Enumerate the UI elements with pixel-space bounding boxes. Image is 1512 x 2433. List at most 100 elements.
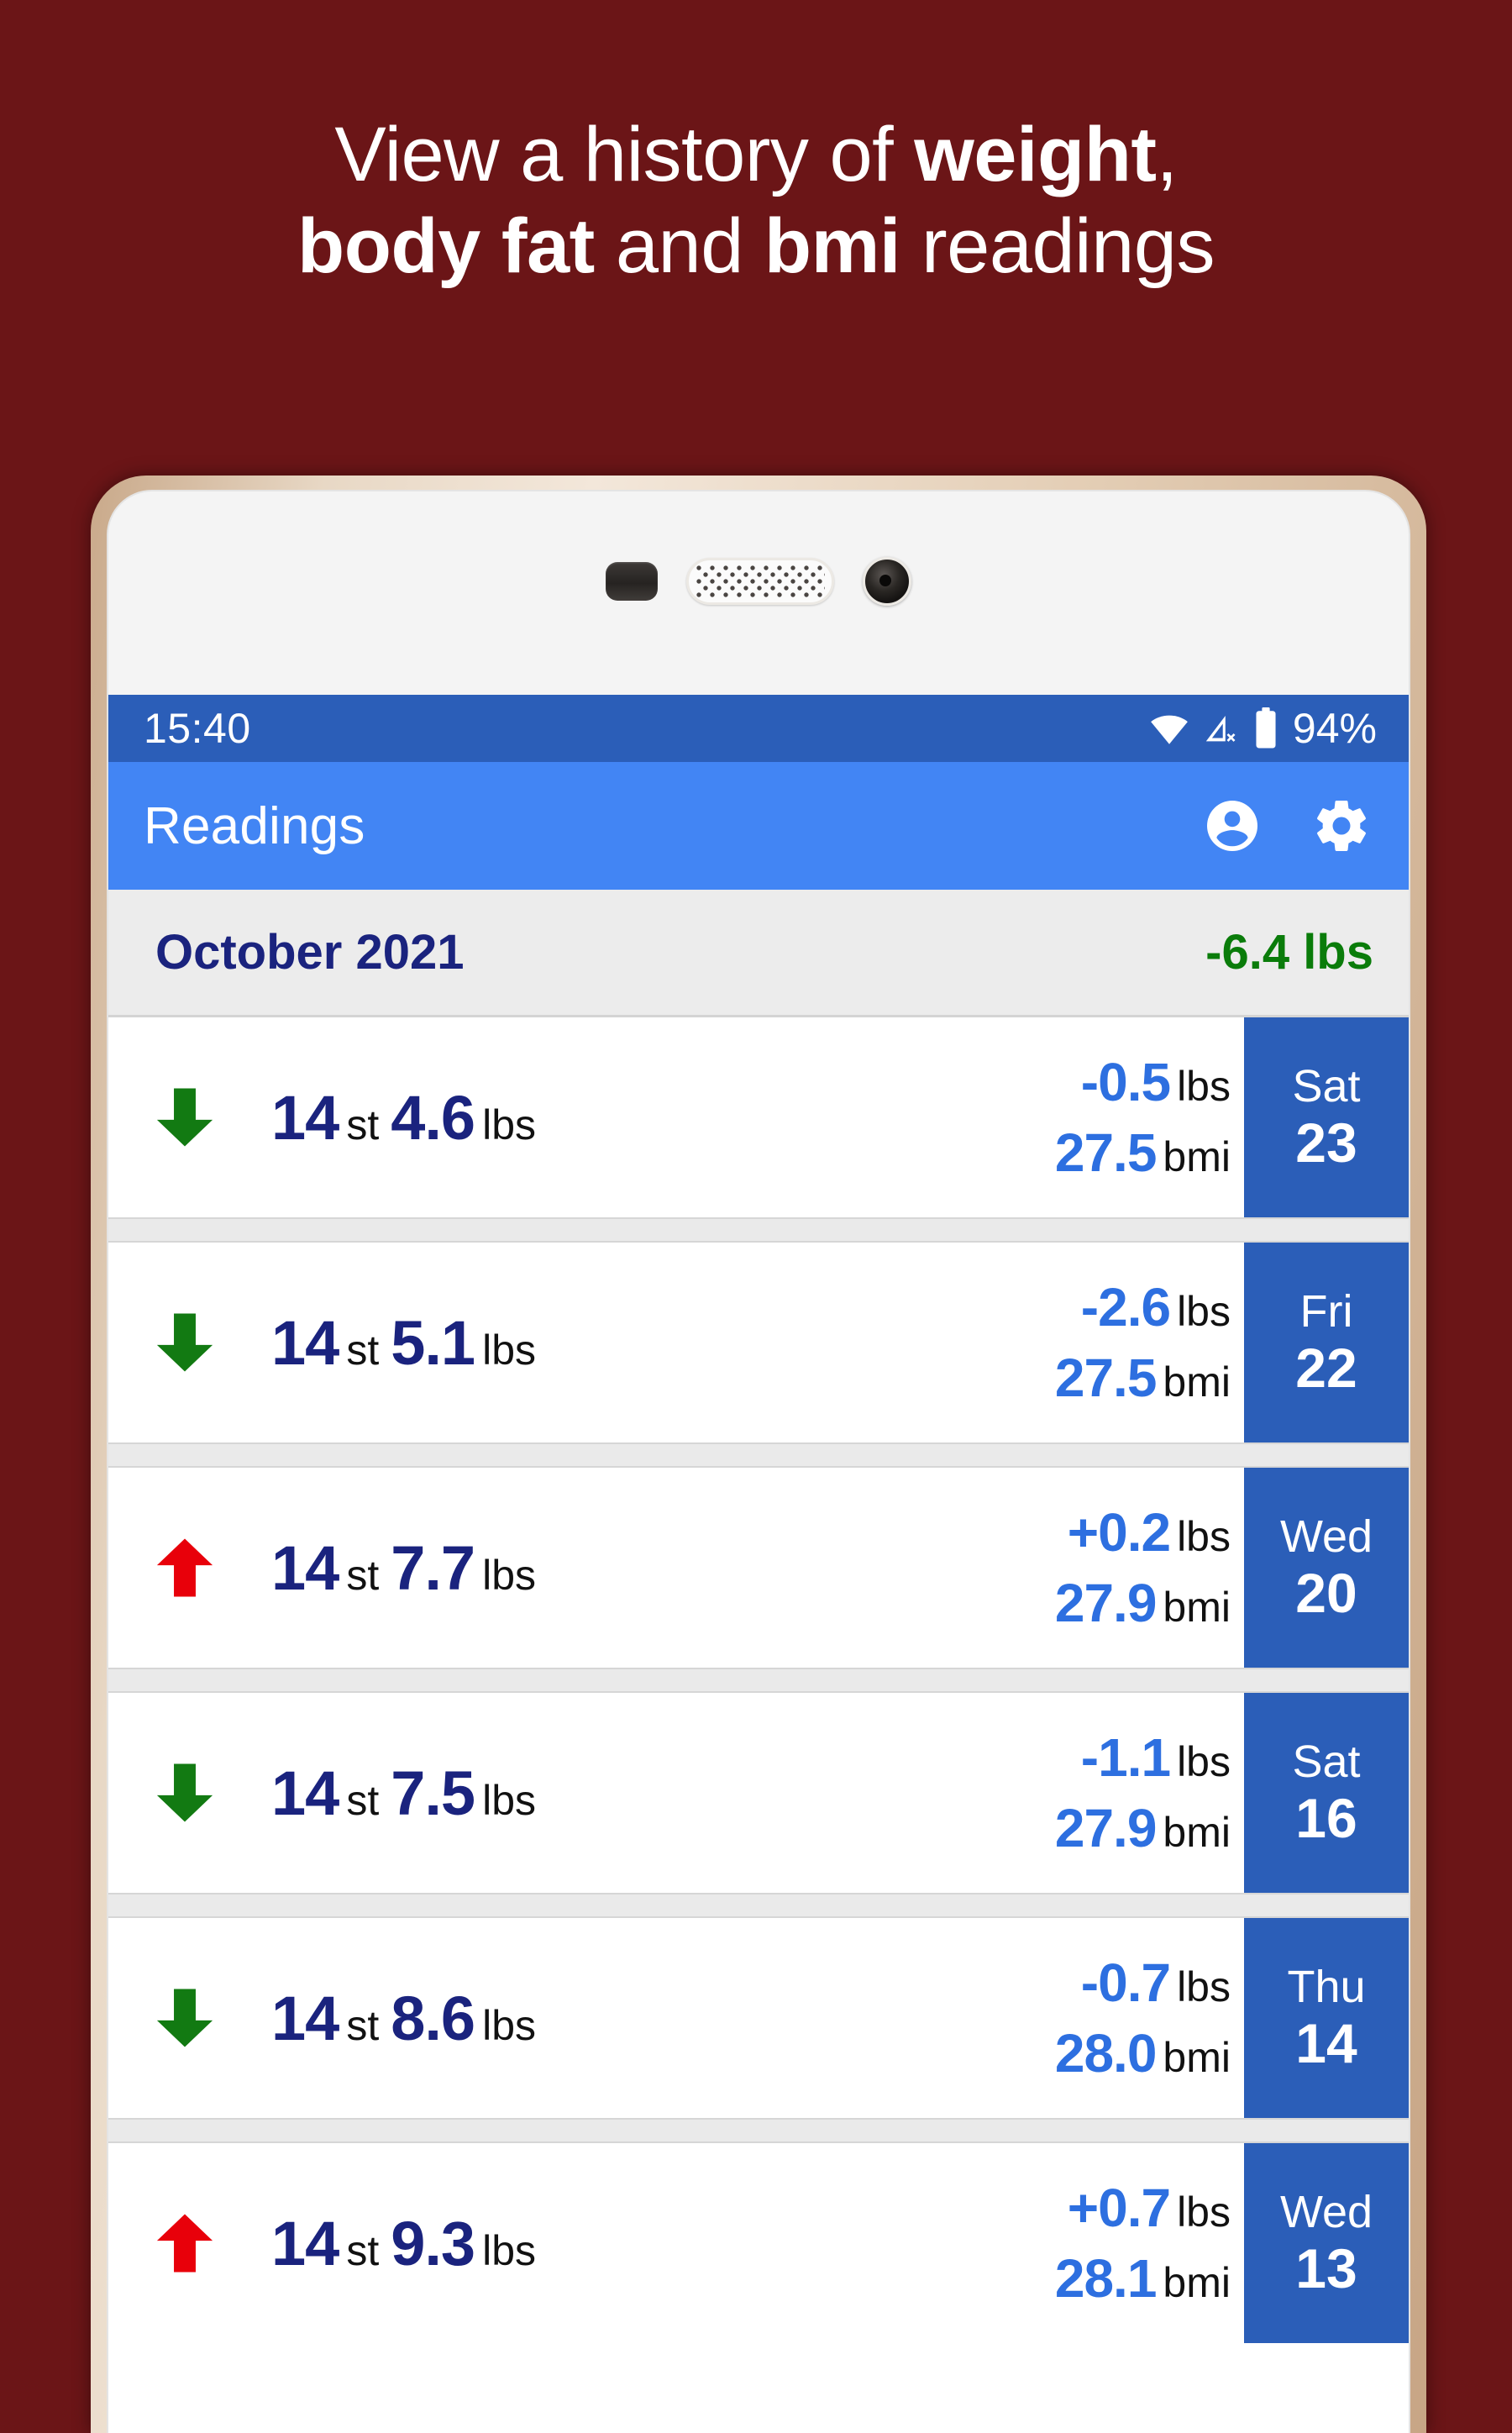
arrow-down-icon <box>155 1295 215 1390</box>
weight-stone-value: 14 <box>271 1758 339 1828</box>
weight-pounds-value: 9.3 <box>391 2208 475 2278</box>
row-separator <box>108 1668 1409 1693</box>
stats-cell: -2.6 lbs 27.5 bmi <box>942 1243 1244 1442</box>
bmi-line: 27.5 bmi <box>1055 1347 1231 1409</box>
date-day-number: 20 <box>1295 1561 1357 1624</box>
signal-off-icon <box>1202 709 1241 748</box>
weight-stone-value: 14 <box>271 1307 339 1378</box>
delta-line: -1.1 lbs <box>1081 1726 1231 1789</box>
weight-cell: 14st 7.7 lbs <box>261 1468 942 1668</box>
stats-cell: -1.1 lbs 27.9 bmi <box>942 1693 1244 1893</box>
bmi-unit: bmi <box>1163 1133 1231 1180</box>
delta-value: -2.6 <box>1080 1277 1171 1337</box>
date-badge: Thu 14 <box>1244 1918 1409 2118</box>
weight-pounds-value: 7.7 <box>391 1532 475 1603</box>
weight-stone-unit: st <box>346 2001 380 2049</box>
trend-arrow-cell <box>108 1468 261 1668</box>
bmi-line: 27.9 bmi <box>1055 1797 1231 1859</box>
bmi-value: 27.9 <box>1054 1573 1158 1633</box>
bmi-unit: bmi <box>1163 1358 1231 1406</box>
headline-text: , <box>1156 112 1179 197</box>
headline-line-2: body fat and bmi readings <box>76 201 1436 292</box>
headline-text: readings <box>900 202 1215 289</box>
date-day-number: 23 <box>1295 1111 1357 1174</box>
bmi-line: 27.9 bmi <box>1055 1572 1231 1634</box>
battery-percent-label: 94% <box>1292 705 1377 752</box>
reading-row[interactable]: 14st 7.5 lbs -1.1 lbs 27.9 bmi Sat 16 <box>108 1693 1409 1893</box>
weight-stone-value: 14 <box>271 2208 339 2278</box>
weight-stone-unit: st <box>346 1101 380 1148</box>
weight-pounds-unit: lbs <box>482 1776 537 1824</box>
delta-value: +0.2 <box>1067 1502 1171 1563</box>
weight-value: 14st 7.7 lbs <box>271 1532 536 1604</box>
bmi-value: 28.1 <box>1054 2248 1158 2309</box>
phone-sensor-cluster <box>108 557 1409 606</box>
date-day-number: 13 <box>1295 2236 1357 2299</box>
reading-row[interactable]: 14st 9.3 lbs +0.7 lbs 28.1 bmi Wed 13 <box>108 2143 1409 2343</box>
bmi-unit: bmi <box>1163 1584 1231 1631</box>
month-delta-total: -6.4 lbs <box>1205 925 1373 980</box>
delta-line: +0.7 lbs <box>1068 2177 1231 2239</box>
reading-row[interactable]: 14st 7.7 lbs +0.2 lbs 27.9 bmi Wed 20 <box>108 1468 1409 1668</box>
trend-arrow-cell <box>108 1693 261 1893</box>
proximity-sensor-icon <box>606 562 658 601</box>
weight-stone-unit: st <box>346 1551 380 1599</box>
weight-value: 14st 9.3 lbs <box>271 2208 536 2279</box>
weight-pounds-value: 4.6 <box>391 1082 475 1153</box>
delta-line: -2.6 lbs <box>1081 1276 1231 1338</box>
settings-gear-icon[interactable] <box>1311 796 1372 856</box>
headline-line-1: View a history of weight, <box>76 109 1436 201</box>
date-day-of-week: Wed <box>1279 2187 1373 2237</box>
weight-stone-value: 14 <box>271 1983 339 2053</box>
delta-line: -0.7 lbs <box>1081 1952 1231 2014</box>
bmi-value: 27.9 <box>1054 1798 1158 1858</box>
delta-unit: lbs <box>1177 1063 1231 1110</box>
headline-text: View a history of <box>334 112 915 197</box>
arrow-down-icon <box>155 1971 215 2065</box>
trend-arrow-cell <box>108 1918 261 2118</box>
front-camera-icon <box>863 557 911 606</box>
weight-cell: 14st 5.1 lbs <box>261 1243 942 1442</box>
row-separator <box>108 1893 1409 1918</box>
weight-stone-value: 14 <box>271 1082 339 1153</box>
date-day-number: 14 <box>1295 2011 1357 2074</box>
weight-cell: 14st 7.5 lbs <box>261 1693 942 1893</box>
readings-list[interactable]: 14st 4.6 lbs -0.5 lbs 27.5 bmi Sat 23 14st 5.1 lbs -… <box>108 1017 1409 2343</box>
delta-value: -1.1 <box>1080 1727 1171 1788</box>
bmi-value: 27.5 <box>1054 1348 1158 1408</box>
weight-cell: 14st 8.6 lbs <box>261 1918 942 2118</box>
delta-value: +0.7 <box>1067 2178 1171 2238</box>
delta-unit: lbs <box>1177 1963 1231 2010</box>
trend-arrow-cell <box>108 1017 261 1217</box>
app-bar-actions <box>1202 796 1372 856</box>
headline-emphasis: bmi <box>764 202 901 289</box>
status-bar: 15:40 94% <box>108 695 1409 762</box>
delta-value: -0.7 <box>1080 1952 1171 2013</box>
weight-stone-unit: st <box>346 1326 380 1374</box>
row-separator <box>108 1217 1409 1243</box>
month-label: October 2021 <box>155 925 465 980</box>
date-day-number: 16 <box>1295 1786 1357 1849</box>
weight-pounds-unit: lbs <box>482 1326 537 1374</box>
bmi-line: 28.0 bmi <box>1055 2022 1231 2084</box>
headline-text: and <box>594 202 764 289</box>
row-separator <box>108 2118 1409 2143</box>
month-header: October 2021 -6.4 lbs <box>108 890 1409 1017</box>
stats-cell: +0.7 lbs 28.1 bmi <box>942 2143 1244 2343</box>
reading-row[interactable]: 14st 8.6 lbs -0.7 lbs 28.0 bmi Thu 14 <box>108 1918 1409 2118</box>
reading-row[interactable]: 14st 4.6 lbs -0.5 lbs 27.5 bmi Sat 23 <box>108 1017 1409 1217</box>
arrow-down-icon <box>155 1746 215 1840</box>
date-badge: Sat 23 <box>1244 1017 1409 1217</box>
phone-mockup: 15:40 94% Readings October 2021 -6.4 lbs… <box>91 476 1426 2433</box>
delta-line: +0.2 lbs <box>1068 1501 1231 1563</box>
reading-row[interactable]: 14st 5.1 lbs -2.6 lbs 27.5 bmi Fri 22 <box>108 1243 1409 1442</box>
date-day-of-week: Thu <box>1287 1962 1366 2012</box>
battery-icon <box>1252 707 1279 749</box>
account-icon[interactable] <box>1202 796 1263 856</box>
status-clock: 15:40 <box>144 705 251 752</box>
date-badge: Fri 22 <box>1244 1243 1409 1442</box>
bmi-line: 27.5 bmi <box>1055 1122 1231 1184</box>
arrow-up-icon <box>155 2196 215 2290</box>
arrow-down-icon <box>155 1070 215 1164</box>
weight-stone-unit: st <box>346 1776 380 1824</box>
